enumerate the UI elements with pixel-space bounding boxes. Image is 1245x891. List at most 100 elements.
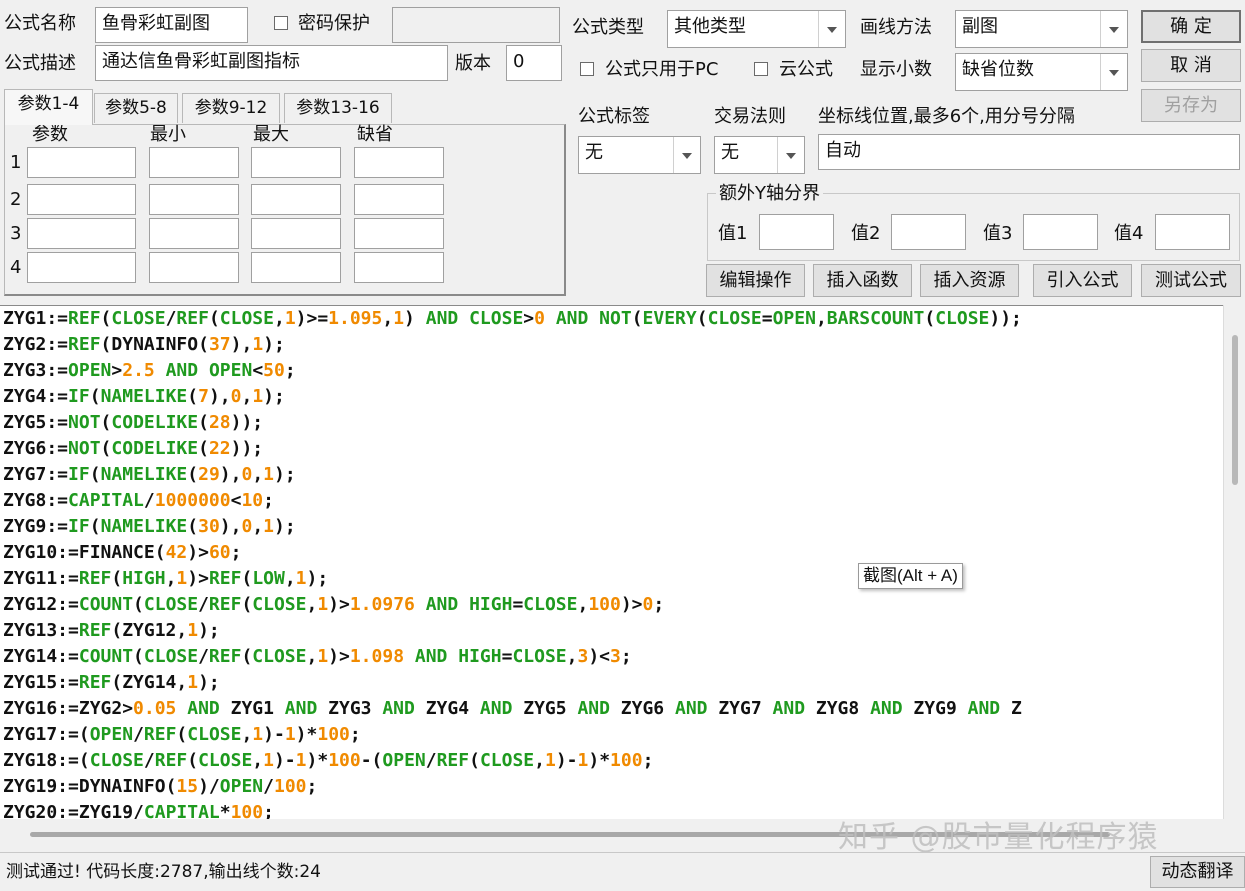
- param-max-input[interactable]: [251, 252, 341, 283]
- dynamic-translate-button[interactable]: 动态翻译: [1150, 856, 1245, 888]
- param-min-input[interactable]: [149, 147, 239, 178]
- code-token: ,: [577, 594, 589, 615]
- import-formula-button[interactable]: 引入公式: [1033, 264, 1132, 297]
- param-row-label: 4: [10, 257, 22, 278]
- param-name-input[interactable]: [27, 218, 136, 249]
- param-name-input[interactable]: [27, 252, 136, 283]
- code-token: (: [198, 334, 209, 355]
- code-token: )>: [328, 646, 350, 667]
- param-min-input[interactable]: [149, 252, 239, 283]
- value2-input[interactable]: [891, 214, 966, 250]
- code-token: CLOSE: [89, 750, 144, 771]
- param-max-input[interactable]: [251, 147, 341, 178]
- code-token: (: [111, 568, 123, 589]
- insert-resource-button[interactable]: 插入资源: [920, 264, 1019, 297]
- draw-method-select[interactable]: 副图: [955, 10, 1128, 48]
- code-token: AND: [425, 594, 459, 615]
- tab-params-5-8[interactable]: 参数5-8: [94, 93, 178, 123]
- code-token: AND: [479, 698, 513, 719]
- code-token: NOT: [68, 438, 101, 459]
- code-token: REF: [208, 568, 242, 589]
- code-token: 7: [198, 386, 209, 407]
- code-token: /: [263, 776, 274, 797]
- edit-ops-button[interactable]: 编辑操作: [706, 264, 805, 297]
- code-token: (: [133, 594, 144, 615]
- code-token: 1: [252, 386, 264, 407]
- code-token: )*: [306, 750, 329, 771]
- code-token: (: [89, 386, 101, 407]
- status-text: 测试通过! 代码长度:2787,输出线个数:24: [6, 862, 321, 882]
- axis-line-input[interactable]: 自动: [818, 134, 1240, 170]
- tab-params-1-4[interactable]: 参数1-4: [4, 89, 93, 125]
- formula-desc-input[interactable]: 通达信鱼骨彩虹副图指标: [95, 45, 448, 81]
- code-token: COUNT: [78, 594, 134, 615]
- code-token: 22: [208, 438, 231, 459]
- code-token: CLOSE: [198, 750, 253, 771]
- code-token: ),: [219, 464, 242, 485]
- trade-rule-select[interactable]: 无: [714, 136, 805, 174]
- param-default-input[interactable]: [354, 147, 444, 178]
- param-max-input[interactable]: [251, 218, 341, 249]
- code-line: ZYG10:=FINANCE(42)>60;: [3, 540, 241, 566]
- code-token: )-: [263, 724, 285, 745]
- formula-name-input[interactable]: 鱼骨彩虹副图: [95, 7, 248, 43]
- code-token: Z: [1000, 698, 1022, 719]
- param-min-input[interactable]: [149, 218, 239, 249]
- param-min-input[interactable]: [149, 184, 239, 215]
- formula-tag-select[interactable]: 无: [578, 136, 701, 174]
- param-default-input[interactable]: [354, 184, 444, 215]
- version-input[interactable]: 0: [506, 45, 562, 81]
- code-token: ZYG14:=: [3, 646, 79, 667]
- save-as-button[interactable]: 另存为: [1141, 89, 1241, 122]
- cloud-checkbox[interactable]: [754, 62, 768, 76]
- test-formula-button[interactable]: 测试公式: [1141, 264, 1241, 297]
- password-checkbox[interactable]: [274, 16, 288, 30]
- tab-params-13-16[interactable]: 参数13-16: [284, 93, 392, 123]
- code-token: 60: [208, 542, 231, 563]
- code-token: FINANCE: [78, 542, 155, 563]
- insert-function-button[interactable]: 插入函数: [813, 264, 912, 297]
- code-token: OPEN: [772, 308, 816, 329]
- param-name-input[interactable]: [27, 184, 136, 215]
- code-token: ,: [534, 750, 545, 771]
- code-token: )>=: [295, 308, 329, 329]
- code-token: (: [100, 412, 112, 433]
- formula-type-select[interactable]: 其他类型: [667, 10, 846, 48]
- extra-y-axis-label: 额外Y轴分界: [716, 183, 823, 205]
- code-editor[interactable]: ZYG1:=REF(CLOSE/REF(CLOSE,1)>=1.095,1) A…: [0, 305, 1223, 820]
- code-token: CLOSE: [523, 594, 578, 615]
- param-name-input[interactable]: [27, 147, 136, 178]
- code-token: 1000000: [154, 490, 231, 511]
- code-token: ZYG15:=: [3, 672, 79, 693]
- vertical-scrollbar-thumb[interactable]: [1232, 335, 1238, 485]
- param-default-input[interactable]: [354, 218, 444, 249]
- code-token: ZYG6: [609, 698, 675, 719]
- value1-input[interactable]: [759, 214, 834, 250]
- code-token: 100: [610, 750, 643, 771]
- ok-button[interactable]: 确 定: [1141, 10, 1241, 43]
- param-max-input[interactable]: [251, 184, 341, 215]
- pc-only-checkbox[interactable]: [580, 62, 594, 76]
- code-token: )-: [273, 750, 296, 771]
- cancel-button[interactable]: 取 消: [1141, 49, 1241, 82]
- vertical-scrollbar[interactable]: [1223, 305, 1245, 819]
- code-token: AND: [772, 698, 806, 719]
- code-token: 1: [295, 568, 307, 589]
- decimals-select[interactable]: 缺省位数: [955, 53, 1128, 91]
- code-token: ;: [230, 542, 242, 563]
- code-token: ZYG2:=: [3, 334, 69, 355]
- chevron-down-icon: [777, 137, 804, 173]
- param-default-input[interactable]: [354, 252, 444, 283]
- code-token: /: [143, 750, 155, 771]
- value4-input[interactable]: [1155, 214, 1230, 250]
- code-token: ZYG9: [902, 698, 968, 719]
- code-token: CLOSE: [187, 724, 242, 745]
- tab-params-9-12[interactable]: 参数9-12: [182, 93, 280, 123]
- value3-input[interactable]: [1023, 214, 1098, 250]
- code-token: ),: [219, 516, 242, 537]
- code-token: AND: [425, 308, 459, 329]
- code-token: 1: [284, 724, 296, 745]
